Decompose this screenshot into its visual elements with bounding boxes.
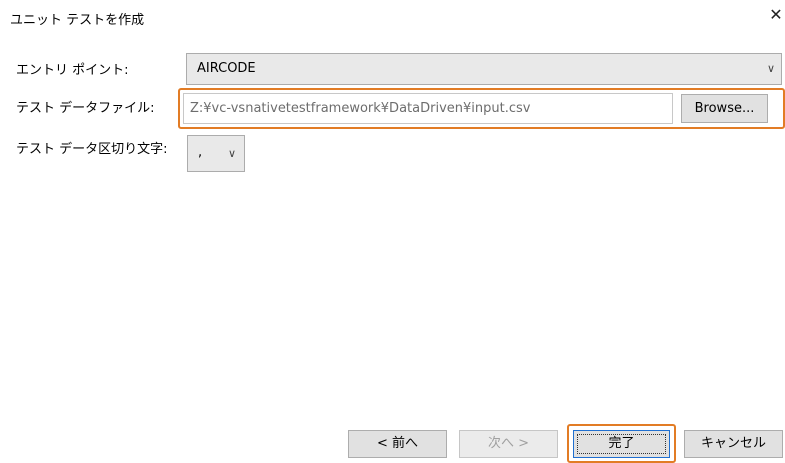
- prev-button[interactable]: < 前へ: [348, 430, 447, 458]
- dialog-title: ユニット テストを作成: [10, 13, 145, 28]
- entry-point-select[interactable]: AIRCODE ∨: [186, 53, 782, 85]
- browse-button[interactable]: Browse...: [681, 94, 768, 123]
- delimiter-select[interactable]: , ∨: [187, 135, 245, 172]
- cancel-button[interactable]: キャンセル: [684, 430, 783, 458]
- test-data-file-label: テスト データファイル:: [16, 101, 155, 116]
- next-button[interactable]: 次へ >: [459, 430, 558, 458]
- chevron-down-icon: ∨: [227, 147, 236, 160]
- chevron-down-icon: ∨: [766, 62, 775, 75]
- delimiter-label: テスト データ区切り文字:: [16, 142, 168, 157]
- focus-rect: [577, 434, 666, 454]
- finish-button[interactable]: 完了: [573, 430, 670, 458]
- close-icon[interactable]: ✕: [767, 4, 785, 26]
- entry-point-label: エントリ ポイント:: [16, 63, 129, 78]
- delimiter-value: ,: [198, 145, 203, 160]
- entry-point-value: AIRCODE: [197, 61, 256, 76]
- test-data-file-input[interactable]: Z:¥vc-vsnativetestframework¥DataDriven¥i…: [183, 93, 673, 124]
